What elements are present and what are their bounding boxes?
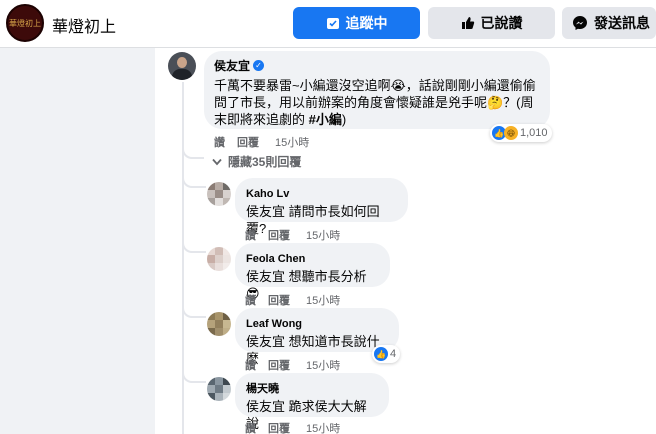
like-reply-link[interactable]: 讚: [245, 227, 256, 243]
reply-reply-link[interactable]: 回覆: [268, 227, 290, 243]
comment-actions: 讚 回覆 15小時: [214, 134, 309, 150]
reply-author[interactable]: Kaho Lv: [246, 188, 289, 200]
check-calendar-icon: [326, 18, 339, 29]
send-message-button[interactable]: 發送訊息: [562, 7, 656, 39]
following-label: 追蹤中: [345, 15, 388, 31]
reply-timestamp[interactable]: 15小時: [306, 292, 340, 308]
like-reply-link[interactable]: 讚: [245, 420, 256, 434]
messenger-icon: [573, 16, 587, 30]
reply-reply-link[interactable]: 回覆: [268, 292, 290, 308]
comment-timestamp[interactable]: 15小時: [275, 134, 309, 150]
commenter-avatar[interactable]: [168, 52, 196, 80]
hashtag-link[interactable]: #小編: [309, 112, 342, 127]
page-avatar-logo-text: 華燈初上: [9, 18, 41, 28]
reply-reply-link[interactable]: 回覆: [268, 420, 290, 434]
reply-reactions[interactable]: 👍 4: [372, 345, 401, 363]
reply-author[interactable]: 楊天曉: [246, 380, 279, 396]
reply-mention[interactable]: 侯友宜: [246, 269, 285, 284]
reply-avatar[interactable]: [207, 182, 231, 206]
reply-actions: 讚 回覆 15小時: [245, 292, 340, 308]
haha-reaction-icon: 😆: [504, 126, 518, 140]
reply-bubble: Leaf Wong 侯友宜 想知道市長說什麼: [235, 308, 399, 366]
page-title[interactable]: 華燈初上: [52, 13, 116, 37]
reply-author[interactable]: Feola Chen: [246, 253, 305, 265]
reaction-count: 1,010: [520, 127, 548, 139]
reply-mention[interactable]: 侯友宜: [246, 204, 285, 219]
comment-reactions[interactable]: 👍 😆 1,010: [490, 124, 552, 142]
following-button[interactable]: 追蹤中: [293, 7, 420, 39]
reply-author[interactable]: Leaf Wong: [246, 318, 302, 330]
thread-branch: [182, 174, 206, 188]
reaction-count: 4: [390, 348, 397, 360]
page-header: 華燈初上 華燈初上 追蹤中 已說讚 發送訊息: [0, 0, 656, 48]
liked-label: 已說讚: [480, 15, 523, 31]
thread-line: [182, 82, 184, 434]
reply-actions: 讚 回覆 15小時: [245, 357, 340, 373]
reply-avatar[interactable]: [207, 312, 231, 336]
reply-mention[interactable]: 侯友宜: [246, 334, 285, 349]
reply-actions: 讚 回覆 15小時: [245, 227, 340, 243]
like-reply-link[interactable]: 讚: [245, 292, 256, 308]
chevron-down-icon: [212, 158, 222, 165]
send-message-label: 發送訊息: [594, 15, 650, 31]
reply-bubble: Feola Chen 侯友宜 想聽市長分析😎: [235, 243, 390, 301]
reply-avatar[interactable]: [207, 247, 231, 271]
reply-mention[interactable]: 侯友宜: [246, 399, 285, 414]
main-comment-bubble: 侯友宜 ✓ 千萬不要暴雷~小編還沒空追啊😭，話說剛剛小編還偷偷問了市長，用以前辦…: [204, 51, 550, 129]
reply-bubble: Kaho Lv 侯友宜 請問市長如何回覆?: [235, 178, 408, 236]
liked-button[interactable]: 已說讚: [428, 7, 555, 39]
comment-author[interactable]: 侯友宜 ✓: [214, 57, 265, 74]
reply-actions: 讚 回覆 15小時: [245, 420, 340, 434]
comment-author-name[interactable]: 侯友宜: [214, 57, 250, 74]
page-avatar[interactable]: 華燈初上: [6, 4, 44, 42]
thumbs-up-icon: [461, 17, 474, 29]
reply-timestamp[interactable]: 15小時: [306, 227, 340, 243]
hidden-replies-toggle[interactable]: 隱藏35則回覆: [212, 153, 301, 170]
like-reply-link[interactable]: 讚: [245, 357, 256, 373]
reply-avatar[interactable]: [207, 377, 231, 401]
thread-branch: [182, 145, 204, 159]
thread-branch: [182, 239, 206, 253]
comment-text: 千萬不要暴雷~小編還沒空追啊😭，話說剛剛小編還偷偷問了市長，用以前辦案的角度會懷…: [214, 78, 536, 127]
hidden-replies-label: 隱藏35則回覆: [228, 155, 302, 169]
reply-timestamp[interactable]: 15小時: [306, 357, 340, 373]
like-comment-link[interactable]: 讚: [214, 134, 225, 150]
reply-reply-link[interactable]: 回覆: [268, 357, 290, 373]
thread-branch: [182, 304, 206, 318]
reply-bubble: 楊天曉 侯友宜 跪求侯大大解說: [235, 373, 389, 431]
verified-badge-icon: ✓: [253, 60, 265, 71]
reply-comment-link[interactable]: 回覆: [237, 134, 259, 150]
like-reaction-icon: 👍: [374, 347, 388, 361]
reply-timestamp[interactable]: 15小時: [306, 420, 340, 434]
thread-branch: [182, 369, 206, 383]
